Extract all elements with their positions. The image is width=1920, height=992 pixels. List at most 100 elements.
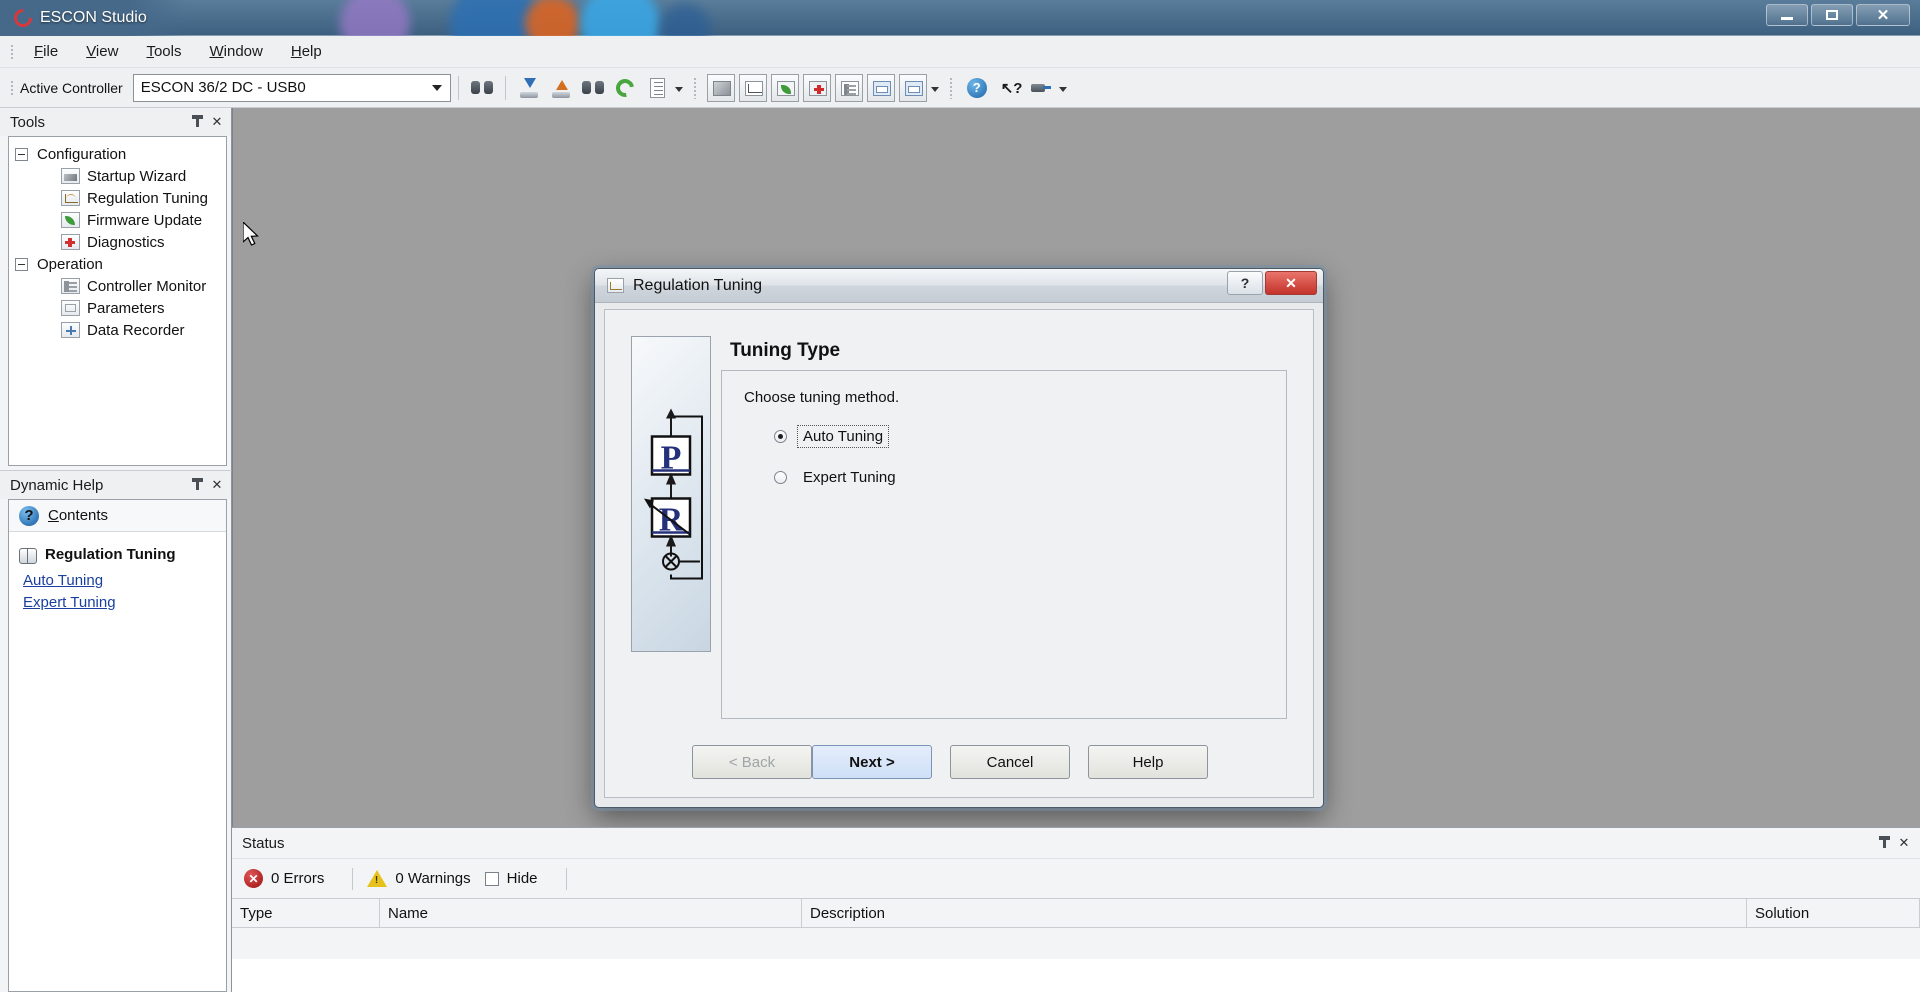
menu-window[interactable]: Window bbox=[195, 39, 276, 64]
close-icon: ✕ bbox=[1876, 6, 1890, 24]
tree-item-parameters[interactable]: Parameters bbox=[9, 297, 226, 319]
help-panel-close-button[interactable]: ✕ bbox=[209, 476, 225, 494]
menu-view[interactable]: View bbox=[72, 39, 132, 64]
radio-option-expert-tuning[interactable]: Expert Tuning bbox=[774, 468, 900, 487]
document-list-icon[interactable] bbox=[643, 74, 671, 102]
dialog-button-bar: < Back Next > Cancel Help bbox=[605, 745, 1313, 779]
help-panel-body: ? Contents Regulation Tuning Auto Tuning… bbox=[8, 499, 227, 992]
tools-tree: Configuration Startup Wizard Regulation … bbox=[8, 136, 227, 466]
search-binoculars-icon[interactable] bbox=[468, 74, 496, 102]
data-recorder-icon bbox=[61, 322, 80, 338]
data-recorder-icon[interactable] bbox=[898, 73, 927, 102]
tools-panel-close-button[interactable]: ✕ bbox=[209, 113, 225, 131]
tree-item-regulation-tuning[interactable]: Regulation Tuning bbox=[9, 187, 226, 209]
maximize-button[interactable] bbox=[1811, 4, 1853, 26]
status-filter-bar: ✕ 0 Errors 0 Warnings Hide bbox=[232, 858, 1920, 898]
context-help-arrow-icon[interactable]: ↖? bbox=[995, 74, 1023, 102]
dialog-help-link-button[interactable]: Help bbox=[1088, 745, 1208, 779]
status-grid-header: Type Name Description Solution bbox=[232, 898, 1920, 928]
controller-monitor-icon[interactable] bbox=[834, 73, 863, 102]
main-toolbar: Active Controller ESCON 36/2 DC - USB0 ?… bbox=[0, 68, 1920, 108]
minimize-button[interactable] bbox=[1766, 4, 1808, 26]
menu-window-label: indow bbox=[223, 43, 263, 60]
radio-expert-tuning-icon[interactable] bbox=[774, 471, 787, 484]
escon-logo-icon bbox=[10, 4, 36, 31]
help-topic-title: Regulation Tuning bbox=[45, 546, 176, 563]
tools-panel-pin-button[interactable] bbox=[189, 113, 205, 131]
tree-item-controller-monitor[interactable]: Controller Monitor bbox=[9, 275, 226, 297]
help-contents-item[interactable]: ? Contents bbox=[9, 500, 226, 532]
diagnostics-icon[interactable] bbox=[802, 73, 831, 102]
startup-wizard-icon bbox=[61, 168, 80, 184]
overflow-chevron-icon-3[interactable] bbox=[1057, 74, 1069, 102]
regulation-tuning-dialog: Regulation Tuning ? ✕ P R bbox=[594, 268, 1324, 808]
tree-item-parameters-label: Parameters bbox=[87, 299, 165, 317]
column-header-name[interactable]: Name bbox=[380, 899, 802, 927]
status-pane-pin-button[interactable] bbox=[1876, 834, 1892, 852]
help-circle-icon[interactable]: ? bbox=[963, 74, 991, 102]
tree-item-firmware-update[interactable]: Firmware Update bbox=[9, 209, 226, 231]
overflow-chevron-icon-2[interactable] bbox=[929, 74, 941, 102]
active-controller-select[interactable]: ESCON 36/2 DC - USB0 bbox=[132, 73, 451, 102]
radio-auto-tuning-icon[interactable] bbox=[774, 430, 787, 443]
collapse-icon-configuration[interactable] bbox=[15, 147, 28, 161]
tree-item-diagnostics[interactable]: Diagnostics bbox=[9, 231, 226, 253]
warnings-indicator[interactable]: 0 Warnings bbox=[367, 870, 484, 887]
dialog-title-bar: Regulation Tuning ? ✕ bbox=[595, 269, 1323, 303]
tree-group-configuration[interactable]: Configuration bbox=[9, 143, 226, 165]
menu-file-label: ile bbox=[43, 43, 59, 60]
control-loop-diagram-svg: P R bbox=[644, 408, 703, 580]
errors-indicator[interactable]: ✕ 0 Errors bbox=[244, 869, 338, 888]
toolbar-group-handle-2[interactable] bbox=[948, 76, 953, 99]
cancel-button[interactable]: Cancel bbox=[950, 745, 1070, 779]
radio-option-auto-tuning[interactable]: Auto Tuning bbox=[774, 425, 890, 448]
collapse-icon-operation[interactable] bbox=[15, 257, 28, 271]
refresh-icon[interactable] bbox=[611, 74, 639, 102]
help-contents-label: Contents bbox=[48, 507, 109, 524]
startup-wizard-icon[interactable] bbox=[706, 73, 735, 102]
help-panel-title: Dynamic Help bbox=[10, 476, 104, 494]
dialog-help-button[interactable]: ? bbox=[1227, 271, 1263, 295]
upload-from-device-icon[interactable] bbox=[547, 74, 575, 102]
menu-drag-handle[interactable] bbox=[10, 43, 14, 60]
column-header-description[interactable]: Description bbox=[802, 899, 1747, 927]
dialog-close-button[interactable]: ✕ bbox=[1265, 271, 1317, 295]
tree-group-operation[interactable]: Operation bbox=[9, 253, 226, 275]
help-panel-pin-button[interactable] bbox=[189, 476, 205, 494]
firmware-update-icon[interactable] bbox=[770, 73, 799, 102]
close-button[interactable]: ✕ bbox=[1856, 4, 1910, 26]
tree-item-startup-wizard[interactable]: Startup Wizard bbox=[9, 165, 226, 187]
menu-help[interactable]: Help bbox=[277, 39, 336, 64]
column-header-solution[interactable]: Solution bbox=[1747, 899, 1920, 927]
menu-tools[interactable]: Tools bbox=[132, 39, 195, 64]
hide-checkbox-label: Hide bbox=[506, 870, 538, 887]
tree-group-configuration-label: Configuration bbox=[37, 145, 127, 163]
toolbar-drag-handle[interactable] bbox=[10, 79, 14, 96]
parameters-icon[interactable] bbox=[866, 73, 895, 102]
device-connect-icon[interactable] bbox=[579, 74, 607, 102]
warning-icon bbox=[367, 870, 388, 887]
column-header-type[interactable]: Type bbox=[232, 899, 380, 927]
tree-item-data-recorder-label: Data Recorder bbox=[87, 321, 185, 339]
overflow-chevron-icon[interactable] bbox=[673, 74, 685, 102]
parameters-icon bbox=[61, 300, 80, 316]
hide-checkbox-group[interactable]: Hide bbox=[484, 870, 552, 887]
back-button[interactable]: < Back bbox=[692, 745, 812, 779]
next-button[interactable]: Next > bbox=[812, 745, 932, 779]
firmware-update-icon bbox=[61, 212, 80, 228]
toolbar-group-handle[interactable] bbox=[692, 76, 697, 99]
active-controller-value: ESCON 36/2 DC - USB0 bbox=[140, 79, 306, 96]
download-to-device-icon[interactable] bbox=[515, 74, 543, 102]
menu-tools-label: ools bbox=[153, 43, 182, 60]
controller-monitor-icon bbox=[61, 278, 80, 294]
status-pane-close-button[interactable]: ✕ bbox=[1896, 834, 1912, 852]
dynamic-help-panel: Dynamic Help ✕ ? Contents Regulation Tun… bbox=[0, 470, 232, 992]
help-link-expert-tuning[interactable]: Expert Tuning bbox=[9, 594, 226, 611]
help-link-auto-tuning[interactable]: Auto Tuning bbox=[9, 572, 226, 589]
cable-wiring-icon[interactable] bbox=[1027, 74, 1055, 102]
tree-item-data-recorder[interactable]: Data Recorder bbox=[9, 319, 226, 341]
hide-checkbox[interactable] bbox=[484, 871, 499, 886]
status-pane: Status ✕ ✕ 0 Errors 0 Warnings Hide Type… bbox=[232, 827, 1920, 992]
regulation-tuning-icon[interactable] bbox=[738, 73, 767, 102]
menu-file[interactable]: File bbox=[20, 39, 72, 64]
